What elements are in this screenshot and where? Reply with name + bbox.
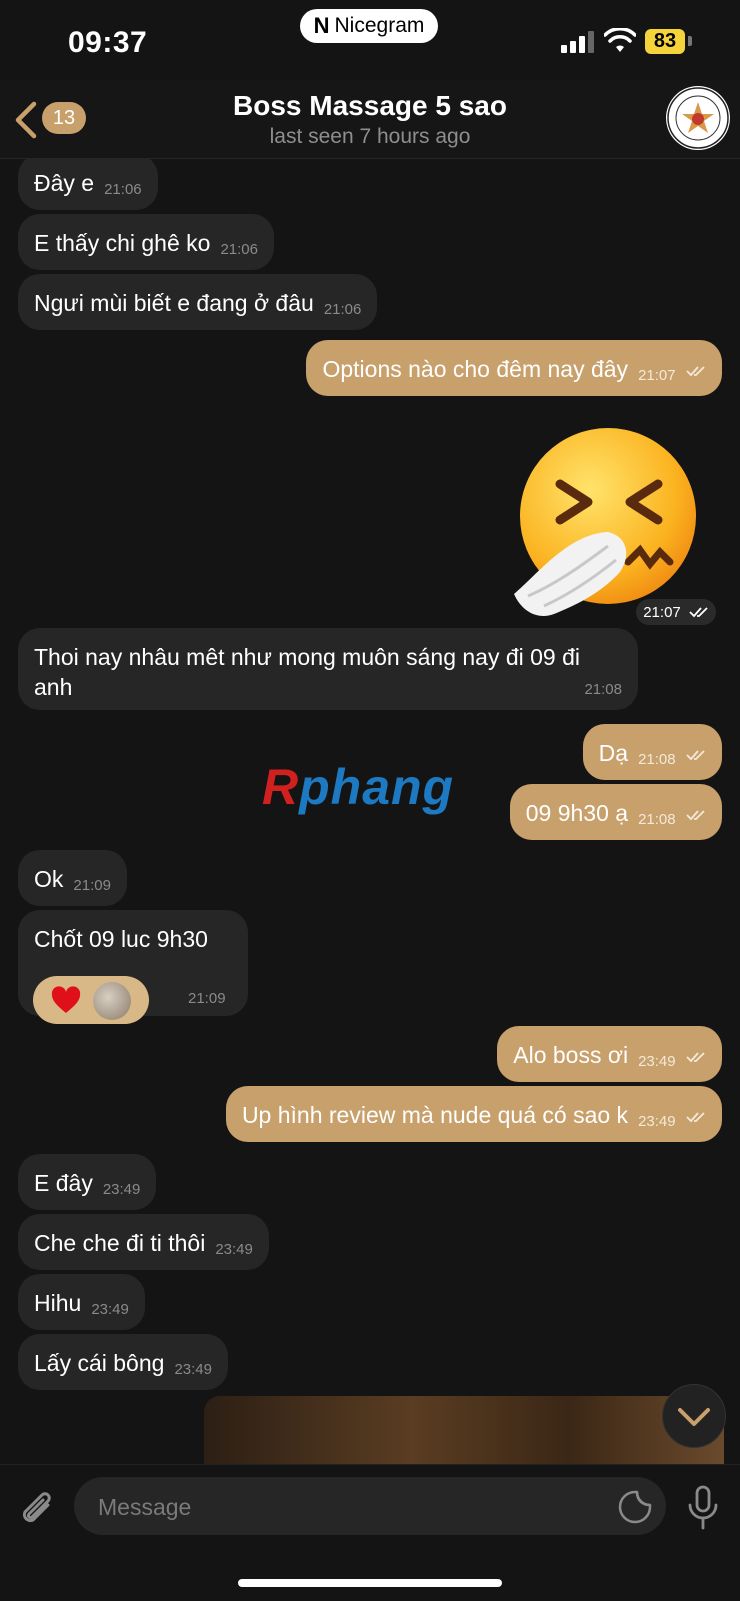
message-time: 23:49 [174, 1361, 212, 1378]
paperclip-icon[interactable] [18, 1489, 58, 1533]
message-text: Up hình review mà nude quá có sao k [241, 1102, 629, 1128]
status-time: 09:37 [68, 26, 148, 59]
message-bubble-in[interactable]: Hihu 23:49 [18, 1274, 145, 1330]
scroll-to-bottom-button[interactable] [662, 1384, 726, 1448]
message-bubble-in[interactable]: E thấy chi ghê ko 21:06 [18, 214, 274, 270]
message-text-line: Thoi nay nhâu mêt như mong muôn sáng nay… [34, 644, 581, 670]
nicegram-label: Nicegram [334, 14, 425, 37]
message-time: 21:08 [584, 681, 622, 698]
message-bubble-in[interactable]: Thoi nay nhâu mêt như mong muôn sáng nay… [18, 628, 638, 710]
read-receipt-icon [686, 750, 705, 761]
message-bubble-in[interactable]: Lấy cái bông 23:49 [18, 1334, 228, 1390]
read-receipt-icon [686, 366, 705, 377]
home-indicator [238, 1579, 502, 1587]
message-time: 23:49 [91, 1301, 129, 1318]
chat-title[interactable]: Boss Massage 5 sao [0, 90, 740, 122]
photo-message[interactable] [204, 1396, 724, 1464]
microphone-icon[interactable] [686, 1485, 720, 1531]
sticker-time-badge: 21:07 [636, 599, 716, 625]
message-bubble-out[interactable]: Alo boss ơi 23:49 [497, 1026, 722, 1082]
read-receipt-icon [686, 1052, 705, 1063]
message-text: Ngưi mùi biết e đang ở đâu [34, 290, 314, 316]
reactor-avatar [93, 982, 131, 1020]
message-text: Che che đi ti thôi [34, 1230, 206, 1256]
message-time: 21:09 [188, 990, 226, 1007]
chat-header: 13 Boss Massage 5 sao last seen 7 hours … [0, 80, 740, 159]
read-receipt-icon [686, 1112, 705, 1123]
message-time: 21:06 [220, 241, 258, 258]
read-receipt-icon [689, 607, 708, 618]
message-bubble-in[interactable]: Ok 21:09 [18, 850, 127, 906]
message-text: Options nào cho đêm nay đây [322, 356, 629, 382]
message-time: 21:08 [638, 811, 676, 828]
nicegram-logo: N [313, 13, 330, 38]
heart-icon [51, 986, 81, 1013]
message-field[interactable] [74, 1477, 666, 1537]
message-text: Alo boss ơi [513, 1042, 629, 1068]
message-text: Lấy cái bông [34, 1350, 165, 1376]
signal-icon [561, 31, 595, 53]
watermark-logo: Rphang [262, 759, 455, 815]
message-time: 21:07 [643, 603, 681, 621]
message-time: 21:06 [104, 181, 142, 198]
message-bubble-in[interactable]: Che che đi ti thôi 23:49 [18, 1214, 269, 1270]
message-input[interactable] [96, 1477, 580, 1537]
message-text: E đây [34, 1170, 93, 1196]
message-text: E thấy chi ghê ko [34, 230, 211, 256]
message-time: 21:06 [323, 301, 362, 318]
message-time: 23:49 [215, 1241, 253, 1258]
message-bubble-out[interactable]: Dạ 21:08 [582, 724, 722, 780]
contact-avatar[interactable] [666, 86, 730, 150]
message-bubble-out[interactable]: Options nào cho đêm nay đây 21:07 [306, 340, 722, 396]
message-bubble-in[interactable]: E đây 23:49 [18, 1154, 157, 1210]
message-time: 21:09 [73, 877, 111, 894]
message-text: Đây e [34, 170, 95, 196]
message-time: 23:49 [102, 1181, 141, 1198]
battery-tip [688, 36, 692, 46]
message-text: Dạ [598, 740, 629, 766]
message-bubble-out[interactable]: 09 9h30 ạ 21:08 [509, 784, 722, 840]
message-time: 23:49 [638, 1113, 676, 1130]
message-time: 23:49 [638, 1053, 676, 1070]
reaction-chip[interactable] [33, 976, 149, 1024]
message-bubble-in[interactable]: Đây e 21:06 [18, 158, 158, 210]
message-text: Chốt 09 luc 9h30 [34, 926, 208, 952]
read-receipt-icon [686, 810, 705, 821]
wifi-icon [604, 28, 636, 52]
message-text: Hihu [34, 1290, 82, 1316]
last-seen-status: last seen 7 hours ago [269, 125, 471, 148]
nicegram-pill: N Nicegram [300, 9, 438, 43]
message-bubble-in[interactable]: Ngưi mùi biết e đang ở đâu 21:06 [18, 274, 378, 330]
chevron-down-icon [678, 1408, 710, 1426]
message-time: 21:07 [638, 367, 676, 384]
status-bar: 09:37 N Nicegram 83 [0, 0, 740, 80]
message-text: Ok [34, 866, 64, 892]
sticker-icon[interactable] [618, 1490, 652, 1524]
message-text-line: anh [34, 674, 73, 700]
sneezing-face-sticker[interactable] [508, 424, 704, 620]
message-bubble-out[interactable]: Up hình review mà nude quá có sao k 23:49 [225, 1086, 722, 1142]
message-list[interactable]: Đây e 21:06 E thấy chi ghê ko 21:06 Ngưi m… [0, 158, 740, 1464]
message-text: 09 9h30 ạ [525, 800, 629, 826]
composer-bar [0, 1464, 740, 1601]
battery-icon: 83 [645, 29, 685, 54]
message-time: 21:08 [638, 751, 676, 768]
